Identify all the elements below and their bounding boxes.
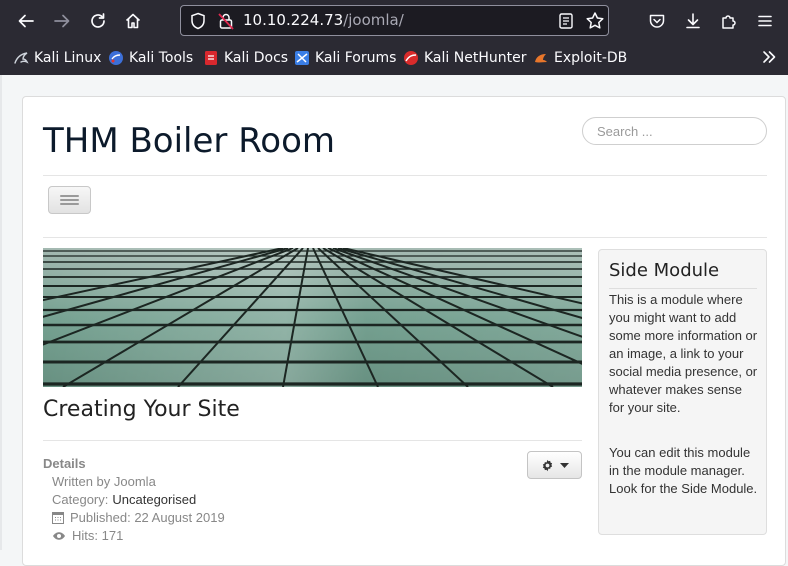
hamburger-bar (60, 199, 79, 201)
article-published: Published: 22 August 2019 (52, 510, 225, 525)
divider (609, 288, 757, 289)
divider (43, 175, 767, 176)
kali-docs-icon (205, 51, 217, 65)
downloads-button[interactable] (681, 9, 705, 33)
home-icon (125, 13, 141, 29)
divider (43, 237, 767, 238)
download-icon (686, 13, 700, 29)
site-title[interactable]: THM Boiler Room (43, 121, 335, 161)
calendar-icon (52, 512, 64, 524)
bookmark-kali-docs[interactable]: Kali Docs (203, 48, 288, 68)
menu-button[interactable] (753, 9, 777, 33)
side-module-title: Side Module (609, 260, 720, 281)
hamburger-bar (60, 203, 79, 205)
hits-text: Hits: 171 (72, 528, 124, 543)
bookmark-kali-forums[interactable]: Kali Forums (294, 48, 396, 68)
insecure-lock-icon[interactable] (217, 12, 235, 30)
search-input[interactable] (582, 117, 767, 145)
browser-chrome: 10.10.224.73/joomla/ Kali Linux Kali Too… (0, 0, 788, 75)
home-button[interactable] (121, 9, 145, 33)
pocket-icon (649, 14, 665, 28)
article-title[interactable]: Creating Your Site (43, 397, 240, 422)
bookmark-label: Exploit-DB (554, 50, 628, 66)
url-text[interactable]: 10.10.224.73/joomla/ (243, 11, 404, 29)
chevron-double-right-icon[interactable] (760, 48, 778, 66)
article-hits: Hits: 171 (52, 528, 123, 543)
hamburger-bar (60, 195, 79, 197)
side-module-text: You can edit this module in the module m… (609, 445, 758, 496)
gear-icon (542, 459, 553, 472)
pocket-button[interactable] (645, 9, 669, 33)
caret-down-icon (560, 463, 569, 468)
article-tools-button[interactable] (527, 451, 582, 479)
nav-toggle-button[interactable] (48, 186, 91, 214)
reader-view-icon[interactable] (557, 12, 575, 30)
url-host: 10.10.224.73 (243, 11, 344, 29)
back-button[interactable] (14, 9, 38, 33)
bookmark-star-icon[interactable] (585, 11, 605, 31)
exploit-db-icon (535, 54, 547, 63)
published-text: Published: 22 August 2019 (70, 510, 225, 525)
kali-dragon-icon (14, 52, 29, 64)
bookmark-label: Kali Tools (129, 50, 194, 66)
bookmark-label: Kali Docs (224, 50, 289, 66)
puzzle-icon (722, 15, 736, 29)
forward-button[interactable] (50, 9, 74, 33)
reload-icon (91, 13, 105, 28)
details-label: Details (43, 456, 86, 471)
bookmark-exploit-db[interactable]: Exploit-DB (533, 48, 627, 68)
bookmark-kali-linux[interactable]: Kali Linux (13, 48, 101, 68)
url-path: /joomla/ (343, 11, 404, 29)
reload-button[interactable] (86, 9, 110, 33)
extensions-button[interactable] (717, 9, 741, 33)
bookmark-label: Kali Linux (34, 50, 102, 66)
side-module: Side Module This is a module where you m… (598, 249, 767, 535)
arrow-right-icon (54, 14, 70, 28)
bookmark-label: Kali Forums (315, 50, 397, 66)
kali-forums-icon (295, 51, 309, 65)
kali-tools-icon (109, 51, 123, 65)
bookmark-kali-tools[interactable]: Kali Tools (108, 48, 193, 68)
bookmark-label: Kali NetHunter (424, 50, 527, 66)
bookmark-kali-nethunter[interactable]: Kali NetHunter (403, 48, 526, 68)
divider (43, 440, 582, 441)
bookmarks-toolbar: Kali Linux Kali Tools Kali Docs Kali For… (0, 42, 788, 75)
hamburger-menu-icon (758, 15, 772, 27)
arrow-left-icon (18, 14, 34, 28)
author-text: Written by Joomla (52, 474, 156, 489)
side-module-text: This is a module where you might want to… (609, 292, 758, 415)
category-link[interactable]: Uncategorised (112, 492, 196, 507)
eye-icon (53, 531, 65, 540)
tracking-shield-icon[interactable] (189, 12, 207, 30)
article-category: Category: Uncategorised (52, 492, 196, 507)
category-prefix: Category: (52, 492, 109, 507)
article-hero-image (43, 248, 582, 387)
nethunter-icon (404, 51, 418, 65)
article-author: Written by Joomla (52, 474, 156, 489)
url-bar[interactable]: 10.10.224.73/joomla/ (180, 5, 609, 36)
navigation-toolbar: 10.10.224.73/joomla/ (0, 0, 788, 42)
